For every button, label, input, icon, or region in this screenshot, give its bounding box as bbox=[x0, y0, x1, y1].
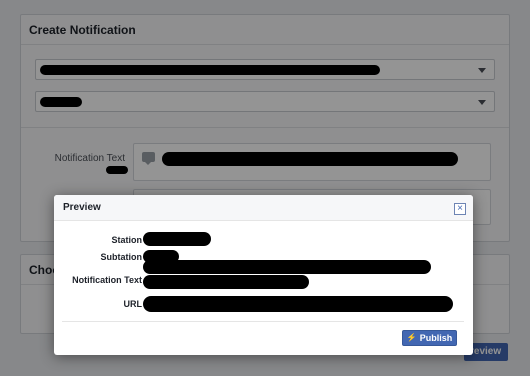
publish-label: Publish bbox=[419, 333, 453, 343]
subtation-label: Subtation bbox=[100, 252, 143, 262]
redacted-station bbox=[143, 232, 211, 246]
notification-text-label: Notification Text bbox=[72, 275, 142, 285]
redacted-url bbox=[143, 296, 453, 312]
dialog-divider bbox=[62, 321, 464, 322]
dialog-title: Preview bbox=[54, 195, 473, 221]
preview-dialog: Preview × Station Subtation Notification… bbox=[54, 195, 473, 355]
publish-button[interactable]: ⚡ Publish bbox=[402, 330, 457, 346]
url-label: URL bbox=[123, 299, 143, 309]
close-icon[interactable]: × bbox=[454, 203, 466, 215]
station-label: Station bbox=[111, 235, 143, 245]
redacted-notification-text-line-1 bbox=[143, 260, 431, 274]
redacted-notification-text-line-2 bbox=[143, 275, 309, 289]
lightning-bolt-icon: ⚡ bbox=[406, 333, 417, 342]
